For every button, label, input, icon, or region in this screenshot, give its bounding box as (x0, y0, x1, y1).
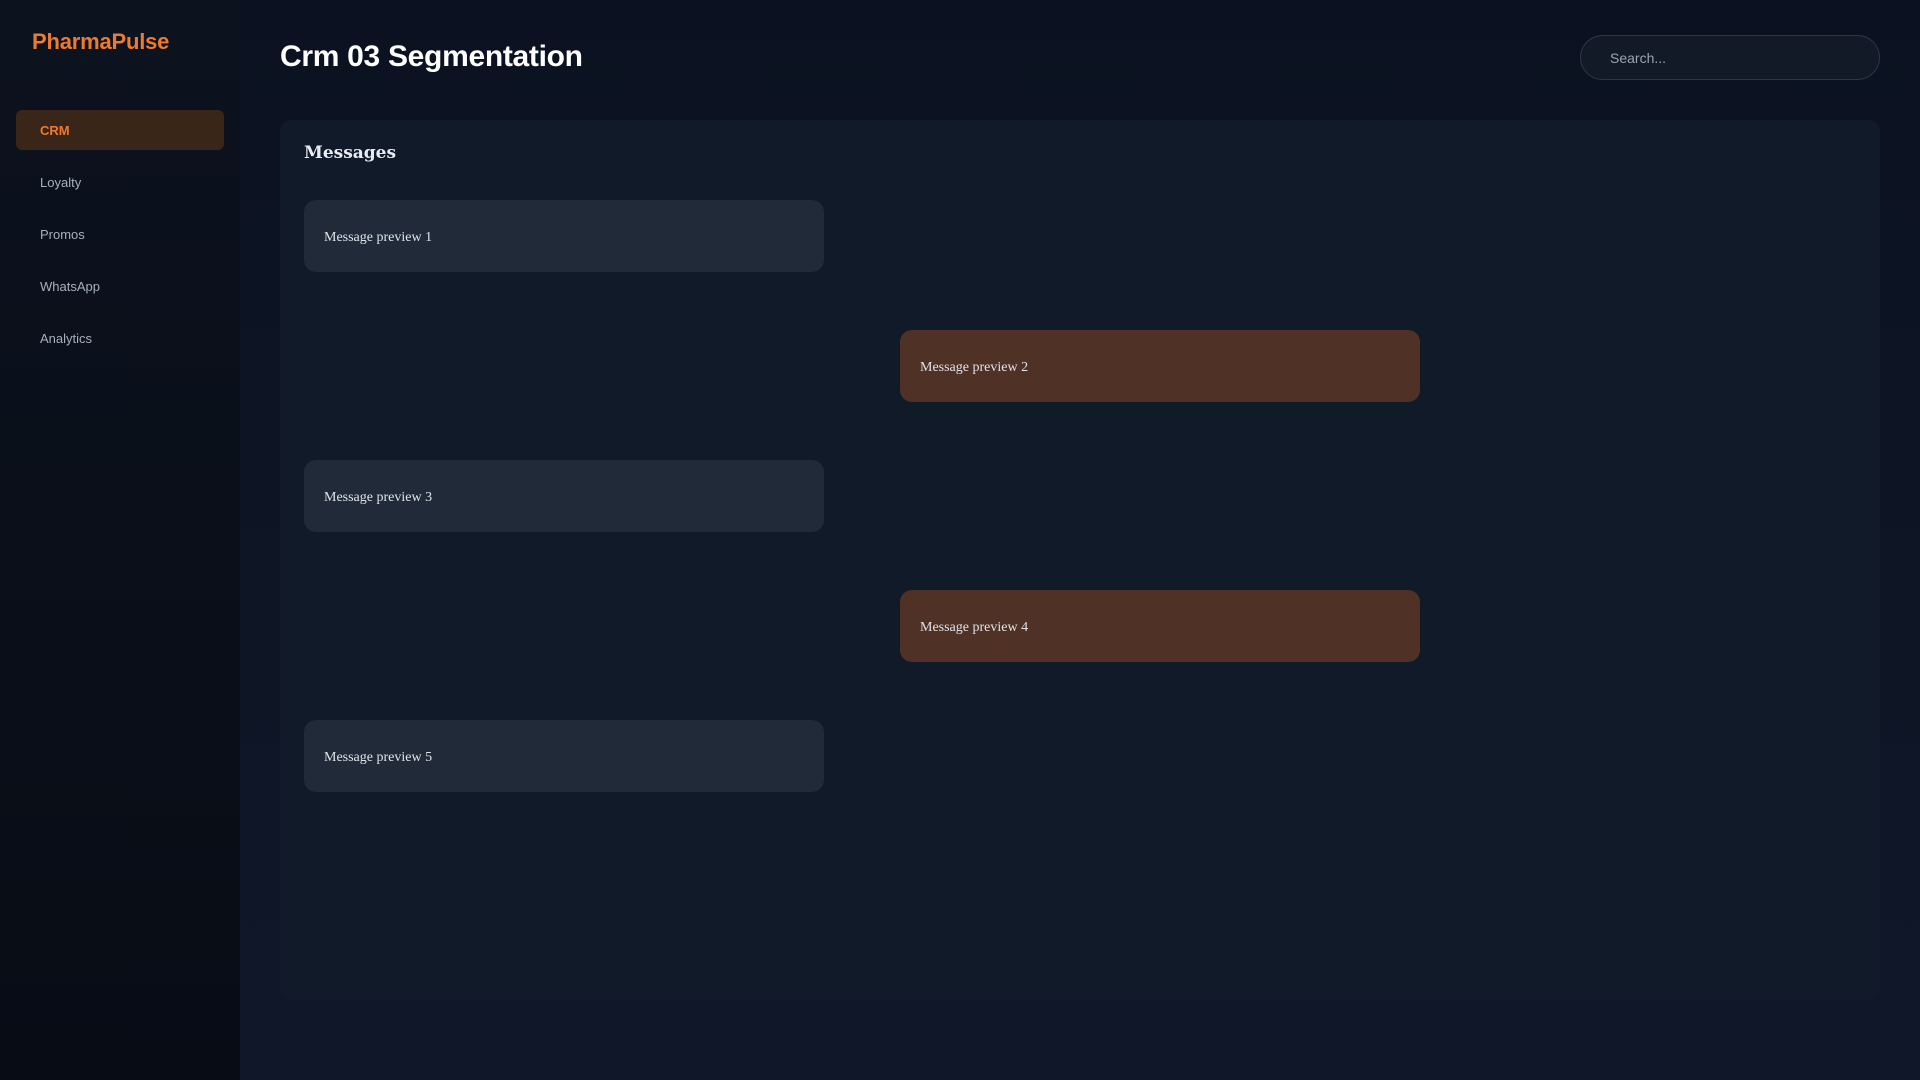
message-bubble-incoming[interactable]: Message preview 5 (304, 720, 824, 792)
sidebar-item-whatsapp[interactable]: WhatsApp (16, 266, 224, 306)
message-bubble-outgoing[interactable]: Message preview 4 (900, 590, 1420, 662)
message-bubble-incoming[interactable]: Message preview 3 (304, 460, 824, 532)
page-title: Crm 03 Segmentation (280, 40, 583, 73)
sidebar-item-promos[interactable]: Promos (16, 214, 224, 254)
sidebar-nav: CRM Loyalty Promos WhatsApp Analytics (16, 110, 224, 370)
sidebar: PharmaPulse CRM Loyalty Promos WhatsApp … (0, 0, 240, 1080)
messages-panel: Messages Message preview 1 Message previ… (280, 120, 1880, 1000)
message-bubble-outgoing[interactable]: Message preview 2 (900, 330, 1420, 402)
message-bubble-incoming[interactable]: Message preview 1 (304, 200, 824, 272)
sidebar-item-loyalty[interactable]: Loyalty (16, 162, 224, 202)
search-input[interactable] (1580, 35, 1880, 80)
app-window: PharmaPulse CRM Loyalty Promos WhatsApp … (0, 0, 1920, 1080)
sidebar-item-crm[interactable]: CRM (16, 110, 224, 150)
brand-logo[interactable]: PharmaPulse (32, 29, 169, 55)
messages-title: Messages (304, 143, 397, 163)
sidebar-item-analytics[interactable]: Analytics (16, 318, 224, 358)
